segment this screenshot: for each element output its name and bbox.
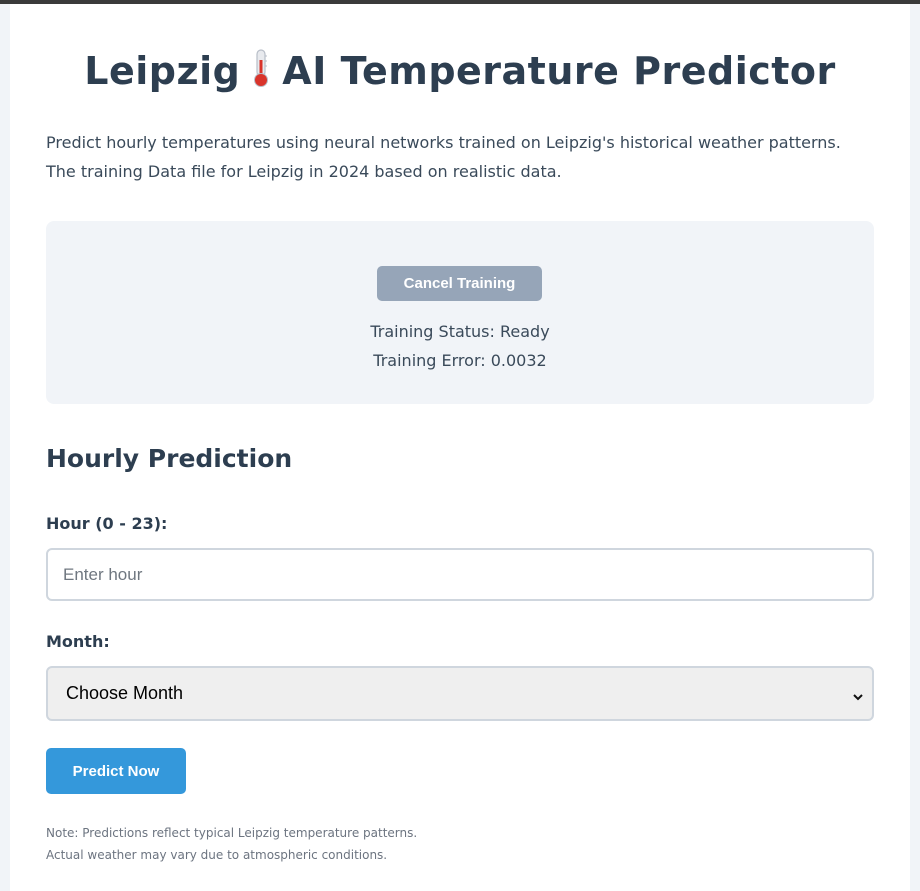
intro-text: Predict hourly temperatures using neural…	[46, 128, 876, 186]
cancel-training-button[interactable]: Cancel Training	[377, 266, 542, 301]
title-suffix: AI Temperature Predictor	[282, 49, 836, 93]
month-select[interactable]: Choose Month	[46, 666, 874, 721]
training-status: Training Status: Ready	[370, 322, 550, 341]
main-card: Leipzig AI Temperature Predictor Predict …	[10, 4, 910, 891]
training-error: Training Error: 0.0032	[373, 351, 547, 370]
hour-label: Hour (0 - 23):	[46, 514, 168, 533]
thermometer-icon	[250, 48, 272, 97]
footnote-line-1: Note: Predictions reflect typical Leipzi…	[46, 826, 418, 840]
chevron-down-icon	[852, 687, 864, 701]
page-title: Leipzig AI Temperature Predictor	[10, 48, 910, 97]
footnote-line-2: Actual weather may vary due to atmospher…	[46, 848, 388, 862]
hourly-prediction-heading: Hourly Prediction	[46, 444, 293, 473]
intro-line-2: The training Data file for Leipzig in 20…	[46, 162, 562, 181]
hour-input[interactable]	[46, 548, 874, 601]
predict-now-button[interactable]: Predict Now	[46, 748, 186, 794]
training-panel: Cancel Training Training Status: Ready T…	[46, 221, 874, 404]
intro-line-1: Predict hourly temperatures using neural…	[46, 133, 841, 152]
month-label: Month:	[46, 632, 110, 651]
title-prefix: Leipzig	[84, 49, 241, 93]
month-selected-value: Choose Month	[66, 683, 184, 703]
footnote: Note: Predictions reflect typical Leipzi…	[46, 822, 417, 866]
